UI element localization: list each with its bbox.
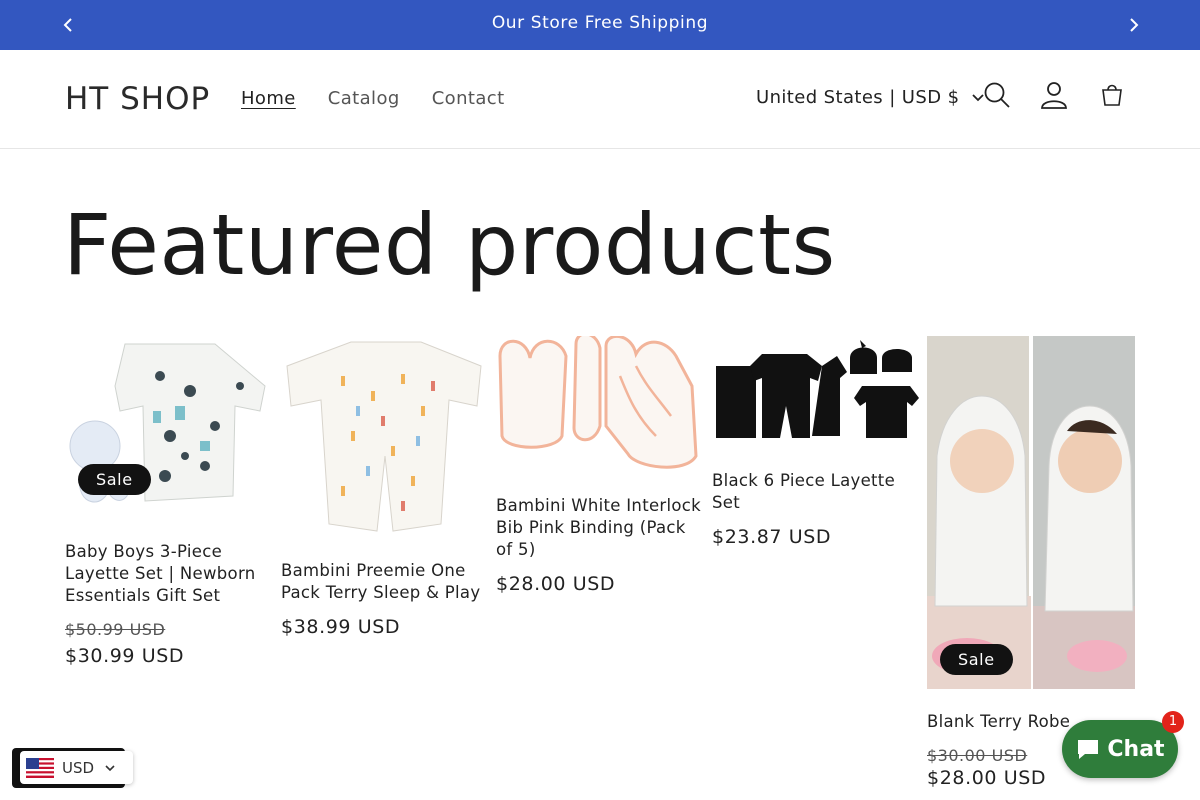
product-card[interactable]: Bambini Preemie One Pack Terry Sleep & P… — [281, 336, 488, 638]
chat-bubble-icon — [1078, 740, 1099, 759]
sale-badge: Sale — [78, 464, 151, 495]
main-nav: Home Catalog Contact — [225, 88, 521, 109]
sleeper-image — [281, 336, 488, 536]
layette-set-image — [65, 336, 272, 531]
product-image[interactable]: Sale — [927, 336, 1135, 689]
currency-label: USD — [62, 758, 95, 777]
bib-pack-image — [496, 336, 703, 471]
robe-photo-image — [927, 336, 1135, 689]
product-title[interactable]: Bambini White Interlock Bib Pink Binding… — [496, 495, 703, 561]
announcement-bar: Our Store Free Shipping — [0, 0, 1200, 50]
site-header: HT SHOP Home Catalog Contact United Stat… — [0, 50, 1200, 149]
product-image[interactable] — [712, 336, 919, 446]
country-selector[interactable]: United States | USD $ — [756, 87, 985, 108]
chat-label: Chat — [1107, 736, 1165, 762]
section-title: Featured products — [63, 196, 836, 294]
country-selector-label: United States | USD $ — [756, 87, 960, 108]
sale-badge: Sale — [940, 644, 1013, 675]
account-icon[interactable] — [1039, 80, 1069, 110]
product-price: $38.99 USD — [281, 616, 401, 638]
chevron-down-icon — [105, 764, 115, 771]
us-flag-icon — [26, 757, 54, 778]
product-card[interactable]: Black 6 Piece Layette Set $23.87 USD — [712, 336, 919, 548]
announcement-text: Our Store Free Shipping — [491, 13, 709, 33]
product-image[interactable] — [281, 336, 488, 536]
product-title[interactable]: Black 6 Piece Layette Set — [712, 470, 919, 514]
search-icon[interactable] — [982, 80, 1012, 110]
currency-selector[interactable]: USD — [20, 751, 133, 784]
nav-catalog[interactable]: Catalog — [312, 88, 416, 109]
product-title[interactable]: Bambini Preemie One Pack Terry Sleep & P… — [281, 560, 488, 604]
chevron-right-icon[interactable] — [1121, 13, 1145, 37]
unread-count-badge: 1 — [1162, 711, 1184, 733]
product-image[interactable]: Sale — [65, 336, 272, 531]
product-price: $23.87 USD — [712, 526, 832, 548]
cart-icon[interactable] — [1097, 80, 1127, 110]
product-card[interactable]: Sale Baby Boys 3-Piece Layette Set | New… — [65, 336, 272, 667]
product-price: $30.99 USD — [65, 645, 185, 667]
currency-widget[interactable]: USD — [12, 748, 133, 788]
nav-home[interactable]: Home — [225, 88, 312, 109]
product-card[interactable]: Bambini White Interlock Bib Pink Binding… — [496, 336, 703, 595]
product-price-old: $50.99 USD — [65, 620, 166, 639]
product-price: $28.00 USD — [496, 573, 616, 595]
store-logo[interactable]: HT SHOP — [65, 81, 210, 117]
product-image[interactable] — [496, 336, 703, 471]
layette-set-image — [712, 336, 919, 446]
chat-button[interactable]: Chat — [1062, 720, 1178, 778]
nav-contact[interactable]: Contact — [416, 88, 521, 109]
product-title[interactable]: Baby Boys 3-Piece Layette Set | Newborn … — [65, 541, 272, 607]
